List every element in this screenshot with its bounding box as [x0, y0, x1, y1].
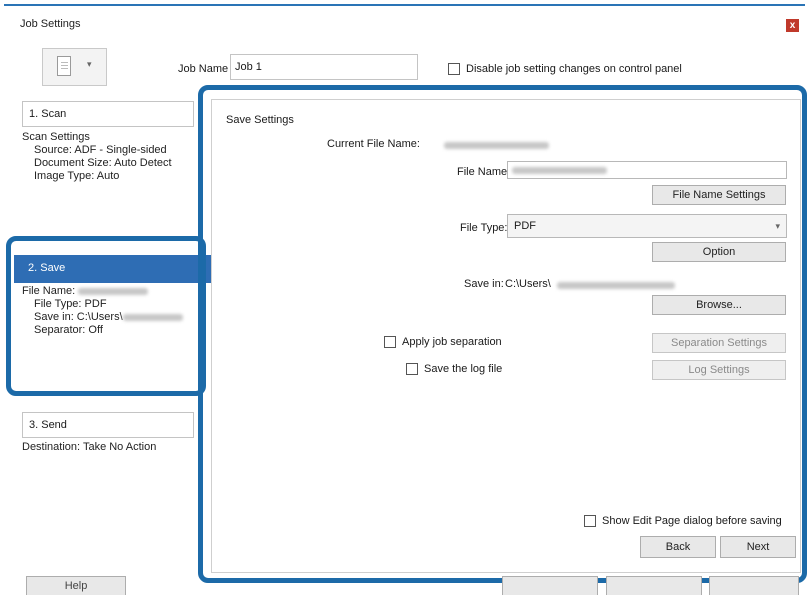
- save-location: Save in: C:\Users\: [34, 311, 123, 323]
- show-edit-page-label: Show Edit Page dialog before saving: [602, 515, 782, 527]
- send-summary: Destination: Take No Action: [22, 441, 156, 454]
- checkbox-box[interactable]: [448, 63, 460, 75]
- save-in-value: C:\Users\: [505, 278, 551, 290]
- chevron-down-icon: ▾: [775, 221, 780, 231]
- tab-save[interactable]: 2. Save: [14, 255, 228, 283]
- file-type-label: File Type:: [460, 222, 508, 234]
- document-type-dropdown[interactable]: ▾: [42, 48, 107, 86]
- show-edit-page-checkbox[interactable]: Show Edit Page dialog before saving: [584, 515, 782, 527]
- cancel-button[interactable]: [709, 576, 799, 595]
- section-title: Save Settings: [226, 114, 294, 126]
- job-settings-window: Job Settings x ▾ Job Name Job 1 Disable …: [4, 4, 807, 595]
- close-button[interactable]: x: [786, 19, 799, 32]
- redacted-path: [122, 313, 183, 321]
- scan-source: Source: ADF - Single-sided: [34, 144, 167, 156]
- save-log-file-label: Save the log file: [424, 363, 503, 375]
- current-file-name-label: Current File Name:: [327, 138, 420, 150]
- checkbox-box[interactable]: [584, 515, 596, 527]
- redacted-file-name-value: [512, 166, 607, 174]
- checkbox-box[interactable]: [384, 336, 396, 348]
- chevron-down-icon: ▾: [87, 59, 92, 69]
- save-separator: Separator: Off: [34, 324, 103, 336]
- title-bar: Job Settings x: [4, 6, 805, 36]
- job-name-label: Job Name: [178, 63, 229, 75]
- back-button[interactable]: Back: [640, 536, 716, 558]
- redacted-save-path: [557, 282, 675, 289]
- window-title: Job Settings: [20, 18, 81, 30]
- separation-settings-button[interactable]: Separation Settings: [652, 333, 786, 353]
- browse-button[interactable]: Browse...: [652, 295, 786, 315]
- log-settings-button[interactable]: Log Settings: [652, 360, 786, 380]
- scan-summary-title: Scan Settings: [22, 131, 90, 143]
- file-name-input[interactable]: [507, 161, 787, 179]
- save-summary: File Name: File Type: PDF Save in: C:\Us…: [22, 285, 183, 337]
- disable-job-changes-checkbox[interactable]: Disable job setting changes on control p…: [448, 63, 682, 75]
- send-destination: Destination: Take No Action: [22, 441, 157, 453]
- apply-job-separation-checkbox[interactable]: Apply job separation: [384, 336, 502, 348]
- save-settings-panel: Save Settings Current File Name: File Na…: [211, 99, 801, 573]
- scan-document-size: Document Size: Auto Detect: [34, 157, 172, 169]
- redacted-file-name: [78, 287, 149, 295]
- scan-image-type: Image Type: Auto: [34, 170, 120, 182]
- save-file-type: File Type: PDF: [34, 298, 107, 310]
- file-name-settings-button[interactable]: File Name Settings: [652, 185, 786, 205]
- job-header: ▾ Job Name Job 1 Disable job setting cha…: [4, 42, 805, 92]
- disable-job-changes-label: Disable job setting changes on control p…: [466, 63, 682, 75]
- help-button[interactable]: Help: [26, 576, 126, 595]
- save-in-label: Save in:: [464, 278, 504, 290]
- tab-send[interactable]: 3. Send: [22, 412, 194, 438]
- option-button[interactable]: Option: [652, 242, 786, 262]
- file-type-select[interactable]: PDF ▾: [507, 214, 787, 238]
- test-scan-button[interactable]: [502, 576, 598, 595]
- file-type-value: PDF: [514, 220, 536, 232]
- job-name-input[interactable]: Job 1: [230, 54, 418, 80]
- ok-button[interactable]: [606, 576, 702, 595]
- next-button[interactable]: Next: [720, 536, 796, 558]
- document-icon: [57, 56, 71, 76]
- redacted-current-file-name: [444, 142, 549, 149]
- save-file-name: File Name:: [22, 285, 76, 297]
- checkbox-box[interactable]: [406, 363, 418, 375]
- file-name-label: File Name:: [457, 166, 511, 178]
- save-log-file-checkbox[interactable]: Save the log file: [406, 363, 502, 375]
- tab-scan[interactable]: 1. Scan: [22, 101, 194, 127]
- apply-job-separation-label: Apply job separation: [402, 336, 502, 348]
- scan-summary: Scan Settings Source: ADF - Single-sided…: [22, 131, 172, 183]
